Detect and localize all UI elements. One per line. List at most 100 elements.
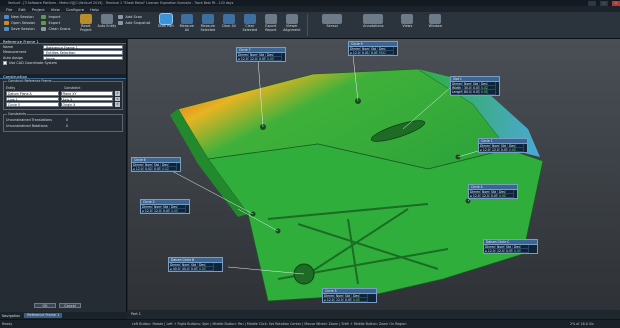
measure-selected-button[interactable]: Measure Selected [198, 14, 217, 32]
ok-button[interactable]: OK [34, 303, 56, 308]
entity-select[interactable]: Line 1 [6, 96, 59, 102]
annotation-circle-4[interactable]: Circle 4 DimensionNomStdDev ⌀ 12.00012.0… [468, 184, 518, 200]
annotation-circle-2[interactable]: Circle 2 DimensionNomStdDev ⌀ 12.00012.0… [140, 199, 190, 215]
cell: 0.021 [144, 166, 153, 172]
import-button[interactable]: Import [41, 14, 70, 19]
scan-part-button[interactable]: Scan Part [156, 14, 175, 29]
annotation-circle-9[interactable]: Circle 9 DimensionNomStdDev ⌀ 12.0000.01… [348, 41, 398, 57]
measure-icon [180, 14, 193, 24]
add-snapshot-label: Add Snapshot [125, 20, 151, 25]
cell: ⌀ 12.000 [132, 166, 144, 172]
annotation-circle-7[interactable]: Circle 7 DimensionNomStdDev ⌀ 12.00012.0… [236, 47, 286, 63]
add-scan-button[interactable]: Add Scan [118, 14, 150, 19]
sensor-button[interactable]: Sensor [312, 14, 352, 29]
add-scan-icon [118, 14, 124, 19]
window-title: Verisurf - [3 Software Platform - Metro … [8, 1, 234, 5]
auto-entity-button[interactable]: Auto Entity [97, 14, 116, 29]
cell: 0.016 [361, 50, 370, 56]
viewport-tab[interactable]: Part 1 [131, 312, 141, 316]
annotation-circle-1[interactable]: Circle 1 DimensionNomStdDev ⌀ 12.00012.0… [478, 138, 528, 154]
cell: 40.012 [181, 266, 190, 272]
navigation-tab[interactable]: Reference Frame 1 [24, 313, 63, 318]
views-button[interactable]: Views [394, 14, 420, 29]
cell: ⌀ 12.000 [479, 147, 491, 153]
entity-select[interactable]: Datum Plane A [6, 91, 59, 96]
menu-edit[interactable]: Edit [18, 7, 25, 12]
open-session-button[interactable]: Open Session [4, 20, 35, 25]
cell: 12.011 [249, 56, 258, 62]
clean-scans-button[interactable]: Clean Scans [41, 26, 70, 31]
cell [178, 208, 186, 214]
entity-select[interactable]: Circle 5 [6, 102, 59, 107]
auto-entity-label: Auto Entity [97, 24, 117, 28]
measurement-select[interactable]: Entities Selection [43, 50, 123, 55]
annotation-slot-1[interactable]: Slot 1 DimensionNomStdDev Width30.0220.0… [450, 76, 500, 96]
remove-icon[interactable]: ✕ [115, 96, 120, 101]
constraint-select[interactable]: Axis X [60, 96, 113, 102]
viewport-tab-bar: Part 1 [128, 310, 620, 319]
viewer-alignment-button[interactable]: Viewer Alignment [282, 14, 301, 32]
annotation-datum-circle-c[interactable]: Datum Circle C DimensionNomStdDev ⌀ 12.0… [483, 239, 538, 255]
close-button[interactable]: ✕ [612, 0, 620, 6]
unconstrained-rotations-label: Unconstrained Rotations [6, 123, 48, 128]
menu-project[interactable]: Project [32, 7, 45, 12]
clear-all-label: Clear All [221, 24, 236, 28]
annotations-icon [363, 14, 384, 24]
cell [488, 90, 496, 95]
clear-selected-label: Clear Selected [242, 24, 258, 32]
constraint-select[interactable]: Origin X [60, 102, 113, 107]
remove-icon[interactable]: ✕ [115, 102, 120, 107]
status-hints: Left Button: Rotate | Left + Right Butto… [132, 322, 407, 326]
window-button[interactable]: Window [422, 14, 448, 29]
cell: ⌀ 12.000 [237, 56, 249, 62]
auto-entity-icon [100, 14, 113, 24]
scanner-icon [159, 14, 172, 24]
cell: 0.050 [258, 56, 266, 62]
annotation-circle-6[interactable]: Circle 6 DimensionNomStdDev ⌀ 12.0000.02… [131, 157, 181, 173]
cell: ⌀ 12.000 [141, 208, 153, 214]
cell: ⌀ 12.000 [349, 50, 361, 56]
add-snapshot-button[interactable]: Add Snapshot [118, 20, 150, 25]
unconstrained-translations-label: Unconstrained Translations [6, 118, 52, 123]
menu-help[interactable]: Help [90, 7, 99, 12]
remove-icon[interactable]: ✕ [115, 91, 120, 96]
cell: 0.050 [370, 50, 378, 56]
add-scan-label: Add Scan [125, 14, 143, 19]
auto-assign-select[interactable]: None [43, 55, 123, 61]
measure-all-button[interactable]: Measure All [177, 14, 196, 32]
reset-icon [79, 14, 92, 24]
name-field[interactable]: Reference Frame 1 [43, 44, 123, 50]
maximize-button[interactable]: □ [600, 0, 608, 6]
annotation-table: DimensionNomStdDev Width30.0220.0500.022… [451, 81, 499, 95]
3d-viewport[interactable]: Circle 7 DimensionNomStdDev ⌀ 12.00012.0… [128, 39, 620, 310]
cell [274, 56, 282, 62]
constraints-group: Constraints Unconstrained Translations 0 … [3, 111, 123, 132]
open-session-label: Open Session [11, 20, 36, 25]
ribbon: New Session Open Session Save Session Im… [0, 12, 620, 39]
constraint-select[interactable]: Plane XY [60, 91, 113, 96]
export-button[interactable]: Export [41, 20, 70, 25]
menu-view[interactable]: View [51, 7, 60, 12]
export-report-button[interactable]: Export Report [261, 14, 280, 32]
menu-file[interactable]: File [6, 7, 12, 12]
name-label: Name [3, 44, 14, 49]
new-session-button[interactable]: New Session [4, 14, 35, 19]
menu-configure[interactable]: Configure [66, 7, 84, 12]
save-session-button[interactable]: Save Session [4, 26, 35, 31]
cell: 0.014 [498, 193, 506, 199]
reset-project-button[interactable]: Reset Project [76, 14, 95, 32]
annotation-datum-circle-b[interactable]: Datum Circle B DimensionNomStdDev ⌀ 40.0… [168, 257, 223, 273]
cancel-button[interactable]: Cancel [59, 303, 81, 308]
unconstrained-rotations-value: 0 [66, 123, 69, 128]
clear-selected-button[interactable]: Clear Selected [240, 14, 259, 32]
use-cad-checkbox[interactable] [3, 61, 7, 66]
cell: 0.007 [513, 248, 521, 254]
cell: 0.021 [161, 166, 169, 172]
minimize-button[interactable]: – [588, 0, 596, 6]
annotations-button[interactable]: Annotations [354, 14, 392, 29]
annotation-circle-5[interactable]: Circle 5 DimensionNomStdDev ⌀ 12.00012.0… [322, 288, 377, 304]
cell: 0.050 [190, 266, 198, 272]
clear-all-button[interactable]: Clear All [219, 14, 238, 29]
sensor-icon [322, 14, 343, 24]
cell: 12.009 [491, 147, 500, 153]
